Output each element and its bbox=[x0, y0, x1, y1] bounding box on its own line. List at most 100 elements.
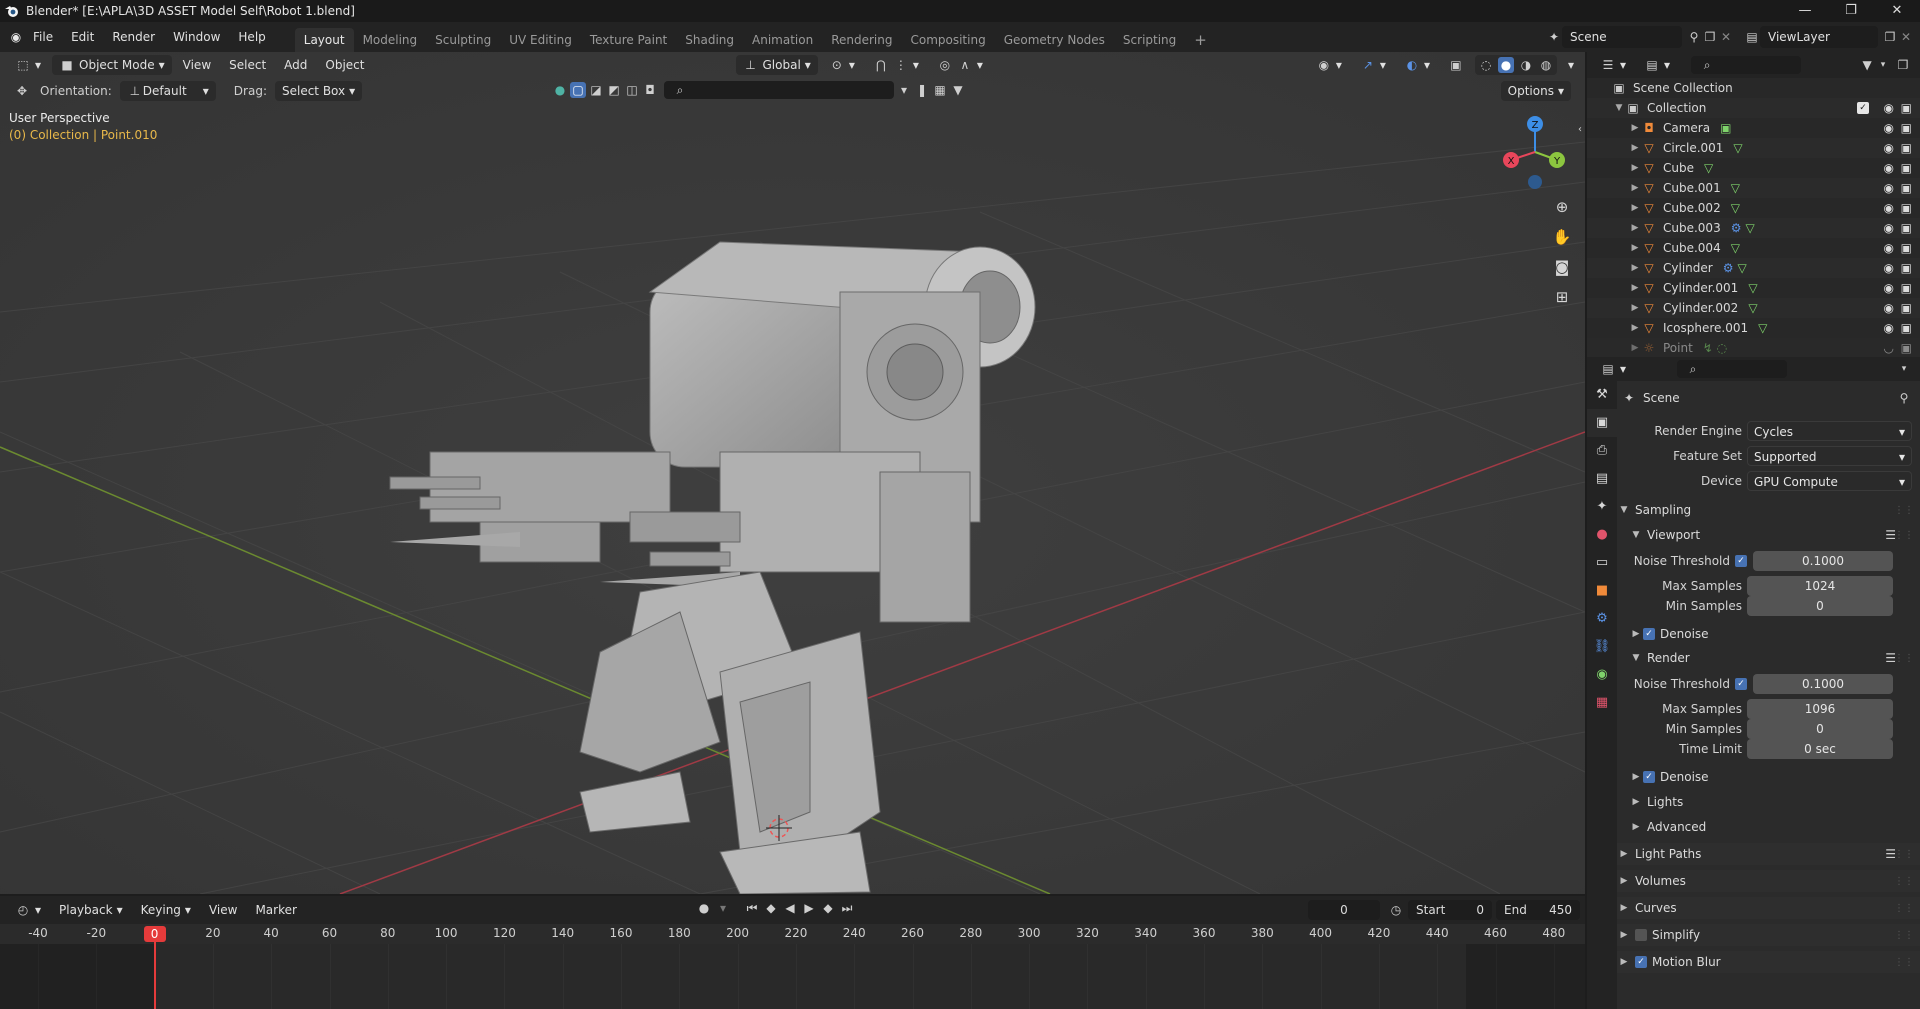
jump-end-icon[interactable]: ⏭ bbox=[839, 900, 855, 916]
volumes-grip-icon[interactable]: ⋮⋮ bbox=[1894, 876, 1914, 887]
prev-keyframe-icon[interactable]: ◆ bbox=[763, 900, 779, 916]
modifier-tab-icon[interactable]: ⚙ bbox=[1587, 605, 1617, 633]
minimize-button[interactable]: — bbox=[1782, 0, 1828, 22]
camera-data-icon[interactable]: ▣ bbox=[1720, 121, 1731, 135]
outliner-filter-icon[interactable]: ▼ bbox=[1859, 57, 1875, 73]
menu-help[interactable]: Help bbox=[229, 22, 274, 52]
vp-denoise-checkbox[interactable]: ✓ bbox=[1643, 628, 1655, 640]
render-grip-icon[interactable]: ⋮⋮ bbox=[1894, 653, 1914, 664]
outliner-row[interactable]: ▶ ◘ Camera ▣ ◉ ▣ bbox=[1587, 118, 1920, 138]
light-paths-grip-icon[interactable]: ⋮⋮ bbox=[1894, 849, 1914, 860]
vp-max-field[interactable]: 1024 bbox=[1747, 576, 1893, 596]
view-layer-tab-icon[interactable]: ▤ bbox=[1587, 465, 1617, 493]
add-workspace-button[interactable]: + bbox=[1185, 28, 1216, 52]
eye-icon[interactable]: ◉ bbox=[1884, 121, 1894, 135]
eye-icon[interactable]: ◉ bbox=[1884, 301, 1894, 315]
vp-noise-field[interactable]: 0.1000 bbox=[1753, 551, 1893, 571]
r-max-field[interactable]: 1096 bbox=[1747, 699, 1893, 719]
texture-tab-icon[interactable]: ▦ bbox=[1587, 689, 1617, 717]
timeline-view-menu[interactable]: View bbox=[202, 900, 244, 920]
render-camera-icon[interactable]: ▣ bbox=[1901, 241, 1912, 255]
object-tab-icon[interactable]: ■ bbox=[1587, 577, 1617, 605]
select-intersect-icon[interactable]: ◘ bbox=[642, 82, 658, 98]
light-paths-panel-header[interactable]: ▶ Light Paths ☰ ⋮⋮ bbox=[1617, 843, 1920, 865]
mesh-data-icon[interactable]: ▽ bbox=[1731, 181, 1740, 195]
pin-context-icon[interactable]: ⚲ bbox=[1896, 390, 1912, 406]
marker-menu[interactable]: Marker bbox=[248, 900, 303, 920]
tab-modeling[interactable]: Modeling bbox=[354, 28, 427, 52]
scene-tab-icon[interactable]: ✦ bbox=[1587, 493, 1617, 521]
menu-render[interactable]: Render bbox=[103, 22, 164, 52]
r-denoise-header[interactable]: ▶ ✓ Denoise bbox=[1617, 766, 1920, 788]
new-collection-icon[interactable]: ❐ bbox=[1895, 57, 1911, 73]
expand-arrow-icon[interactable]: ▶ bbox=[1629, 243, 1641, 253]
render-camera-icon[interactable]: ▣ bbox=[1901, 301, 1912, 315]
mesh-data-icon[interactable]: ▽ bbox=[1733, 141, 1742, 155]
render-camera-icon[interactable]: ▣ bbox=[1901, 121, 1912, 135]
sampling-panel-header[interactable]: ▼ Sampling ⋮⋮ bbox=[1617, 499, 1920, 521]
pin-icon[interactable]: ⚲ bbox=[1686, 29, 1702, 45]
volumes-panel-header[interactable]: ▶ Volumes ⋮⋮ bbox=[1617, 870, 1920, 892]
eye-icon[interactable]: ◉ bbox=[1884, 281, 1894, 295]
properties-search-input[interactable]: ⌕ bbox=[1677, 360, 1788, 378]
scene-icon[interactable]: ✦ bbox=[1546, 29, 1562, 45]
eye-icon[interactable]: ◉ bbox=[1884, 321, 1894, 335]
time-limit-field[interactable]: 0 sec bbox=[1747, 739, 1893, 759]
viewport-grip-icon[interactable]: ⋮⋮ bbox=[1894, 530, 1914, 541]
simplify-panel-header[interactable]: ▶ Simplify ⋮⋮ bbox=[1617, 924, 1920, 946]
curves-panel-header[interactable]: ▶ Curves ⋮⋮ bbox=[1617, 897, 1920, 919]
lights-subpanel-header[interactable]: ▶ Lights bbox=[1617, 791, 1920, 813]
bookmark-icon[interactable]: ❚ bbox=[914, 82, 930, 98]
jump-start-icon[interactable]: ⏮ bbox=[744, 900, 760, 916]
editor-type-button[interactable]: ⬚ ▾ bbox=[8, 55, 48, 75]
outliner-row[interactable]: ▶ ▽ Cube.003 ⚙ ▽ ◉ ▣ bbox=[1587, 218, 1920, 238]
record-options-icon[interactable]: ▾ bbox=[715, 900, 731, 916]
add-menu[interactable]: Add bbox=[277, 55, 314, 75]
transform-tool-icon[interactable]: ✥ bbox=[14, 83, 30, 99]
mesh-data-icon[interactable]: ▽ bbox=[1745, 221, 1754, 235]
tab-scripting[interactable]: Scripting bbox=[1114, 28, 1185, 52]
collection-eye-icon[interactable]: ◉ bbox=[1884, 101, 1894, 115]
advanced-subpanel-header[interactable]: ▶ Advanced bbox=[1617, 816, 1920, 838]
maximize-button[interactable]: ❐ bbox=[1828, 0, 1874, 22]
pivot-point-button[interactable]: ⊙ ▾ bbox=[822, 55, 862, 75]
mesh-data-icon[interactable]: ▽ bbox=[1731, 241, 1740, 255]
viewlayer-field[interactable]: ViewLayer bbox=[1760, 26, 1878, 48]
tab-texture-paint[interactable]: Texture Paint bbox=[581, 28, 676, 52]
shading-options-button[interactable]: ▾ bbox=[1561, 55, 1581, 75]
new-scene-icon[interactable]: ❐ bbox=[1702, 29, 1718, 45]
collection-expand-icon[interactable]: ▼ bbox=[1613, 103, 1625, 113]
collection-tab-icon[interactable]: ▭ bbox=[1587, 549, 1617, 577]
render-camera-icon[interactable]: ▣ bbox=[1901, 261, 1912, 275]
output-tab-icon[interactable]: ⎙ bbox=[1587, 437, 1617, 465]
tab-sculpting[interactable]: Sculpting bbox=[426, 28, 500, 52]
object-menu[interactable]: Object bbox=[318, 55, 371, 75]
preview-range-icon[interactable]: ◷ bbox=[1388, 902, 1404, 918]
material-shading-icon[interactable]: ◑ bbox=[1518, 57, 1534, 73]
drag-grip-icon[interactable]: ⋮⋮ bbox=[1894, 505, 1914, 516]
viewport-subpanel-header[interactable]: ▼ Viewport ☰ ⋮⋮ bbox=[1617, 524, 1920, 546]
transform-orientation-dropdown[interactable]: ⊥ Global ▾ bbox=[735, 55, 818, 75]
delete-viewlayer-icon[interactable]: ✕ bbox=[1898, 29, 1914, 45]
world-tab-icon[interactable]: ● bbox=[1587, 521, 1617, 549]
visibility-button[interactable]: ◉ ▾ bbox=[1309, 55, 1349, 75]
data-tab-icon[interactable]: ◉ bbox=[1587, 661, 1617, 689]
vp-min-field[interactable]: 0 bbox=[1747, 596, 1893, 616]
vp-denoise-header[interactable]: ▶ ✓ Denoise bbox=[1617, 623, 1920, 645]
expand-arrow-icon[interactable]: ▶ bbox=[1629, 343, 1641, 353]
tab-animation[interactable]: Animation bbox=[743, 28, 822, 52]
select-subtract-icon[interactable]: ◩ bbox=[606, 82, 622, 98]
expand-arrow-icon[interactable]: ▶ bbox=[1629, 263, 1641, 273]
render-camera-icon[interactable]: ▣ bbox=[1901, 281, 1912, 295]
outliner-row[interactable]: ▶ ▽ Cube.004 ▽ ◉ ▣ bbox=[1587, 238, 1920, 258]
expand-arrow-icon[interactable]: ▶ bbox=[1629, 123, 1641, 133]
close-button[interactable]: ✕ bbox=[1874, 0, 1920, 22]
r-noise-checkbox[interactable]: ✓ bbox=[1735, 678, 1747, 690]
overlays-toggle[interactable]: ◐ ▾ bbox=[1397, 55, 1437, 75]
outliner-row[interactable]: ▶ ▽ Cylinder.001 ▽ ◉ ▣ bbox=[1587, 278, 1920, 298]
outliner-filter-dropdown-icon[interactable]: ▾ bbox=[1875, 57, 1891, 73]
delete-scene-icon[interactable]: ✕ bbox=[1718, 29, 1734, 45]
render-camera-icon[interactable]: ▣ bbox=[1901, 221, 1912, 235]
expand-arrow-icon[interactable]: ▶ bbox=[1629, 283, 1641, 293]
ortho-toggle-icon[interactable]: ⊞ bbox=[1549, 284, 1575, 310]
